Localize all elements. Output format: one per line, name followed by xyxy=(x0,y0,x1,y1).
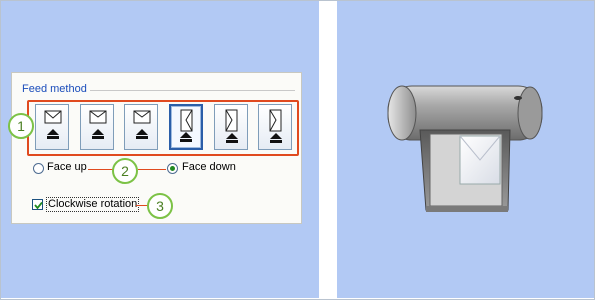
callout-1: 1 xyxy=(8,113,34,139)
feed-option-5-button[interactable] xyxy=(214,104,248,150)
face-down-radio[interactable] xyxy=(167,163,178,174)
envelope-rotated-icon xyxy=(180,109,193,142)
envelope-flap-up-icon xyxy=(89,110,107,139)
clockwise-rotation-checkbox[interactable] xyxy=(32,199,43,210)
group-separator xyxy=(90,90,295,91)
envelope-flap-left-icon xyxy=(44,110,62,139)
face-down-label[interactable]: Face down xyxy=(182,161,236,173)
callout-3: 3 xyxy=(147,193,173,219)
envelope-rotated-icon xyxy=(269,109,282,143)
panel-divider xyxy=(319,1,337,298)
checkmark-icon xyxy=(34,201,43,210)
feed-option-4-button[interactable] xyxy=(169,104,203,150)
callout-2-leader-right xyxy=(138,169,166,170)
clockwise-rotation-label[interactable]: Clockwise rotation xyxy=(46,197,140,212)
envelope-flap-up-icon xyxy=(133,110,151,139)
feed-option-3-button[interactable] xyxy=(124,104,158,150)
feed-option-2-button[interactable] xyxy=(80,104,114,150)
face-up-label[interactable]: Face up xyxy=(47,161,87,173)
feed-method-label: Feed method xyxy=(22,83,87,95)
callout-2: 2 xyxy=(112,158,138,184)
printer-with-envelope-icon xyxy=(387,85,543,212)
envelope-rotated-icon xyxy=(225,109,238,143)
feed-option-6-button[interactable] xyxy=(258,104,292,150)
feed-option-1-button[interactable] xyxy=(35,104,69,150)
face-up-radio[interactable] xyxy=(33,163,44,174)
callout-2-leader-left xyxy=(88,169,113,170)
